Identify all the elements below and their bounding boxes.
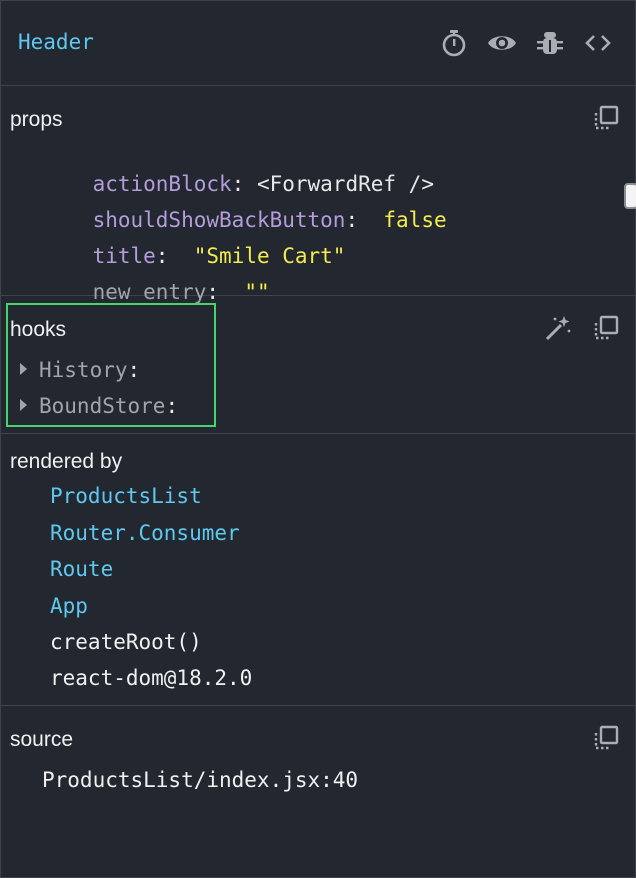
eye-icon[interactable] bbox=[487, 28, 517, 58]
toggle-checkbox[interactable] bbox=[624, 183, 636, 209]
rendered-by-section: rendered by ProductsList Router.Consumer… bbox=[0, 434, 636, 706]
section-title-rendered-by: rendered by bbox=[10, 450, 123, 473]
props-section: props actionBlock: <ForwardRef /> should… bbox=[0, 86, 636, 304]
expand-triangle-icon[interactable] bbox=[20, 399, 27, 411]
source-location[interactable]: ProductsList/index.jsx:40 bbox=[42, 768, 358, 792]
stopwatch-icon[interactable] bbox=[439, 28, 469, 58]
section-title-props: props bbox=[10, 108, 63, 131]
code-icon[interactable] bbox=[583, 28, 613, 58]
source-section: source ProductsList/index.jsx:40 bbox=[0, 706, 636, 878]
bug-icon[interactable] bbox=[535, 28, 565, 58]
owner-link[interactable]: Route bbox=[50, 557, 113, 581]
hooks-section: hooks History: BoundStore: bbox=[0, 296, 636, 434]
magic-wand-icon[interactable] bbox=[544, 314, 572, 342]
expand-triangle-icon[interactable] bbox=[20, 363, 27, 375]
prop-value: false bbox=[383, 208, 447, 232]
component-name: Header bbox=[18, 30, 94, 54]
copy-icon[interactable] bbox=[592, 104, 620, 132]
section-title-source: source bbox=[10, 728, 74, 751]
copy-icon[interactable] bbox=[592, 724, 620, 752]
owner-link[interactable]: App bbox=[50, 594, 88, 618]
hook-row-boundstore[interactable]: BoundStore: bbox=[20, 394, 178, 418]
hook-name: BoundStore bbox=[39, 394, 166, 418]
component-header: Header bbox=[0, 0, 636, 86]
owner-text: react-dom@18.2.0 bbox=[50, 666, 253, 690]
hook-row-history[interactable]: History: bbox=[20, 358, 140, 382]
copy-icon[interactable] bbox=[592, 314, 620, 342]
hook-name: History bbox=[39, 358, 128, 382]
owner-text: createRoot() bbox=[50, 630, 202, 654]
owner-link[interactable]: ProductsList bbox=[50, 484, 202, 508]
owner-link[interactable]: Router.Consumer bbox=[50, 521, 240, 545]
section-title-hooks: hooks bbox=[10, 318, 67, 341]
